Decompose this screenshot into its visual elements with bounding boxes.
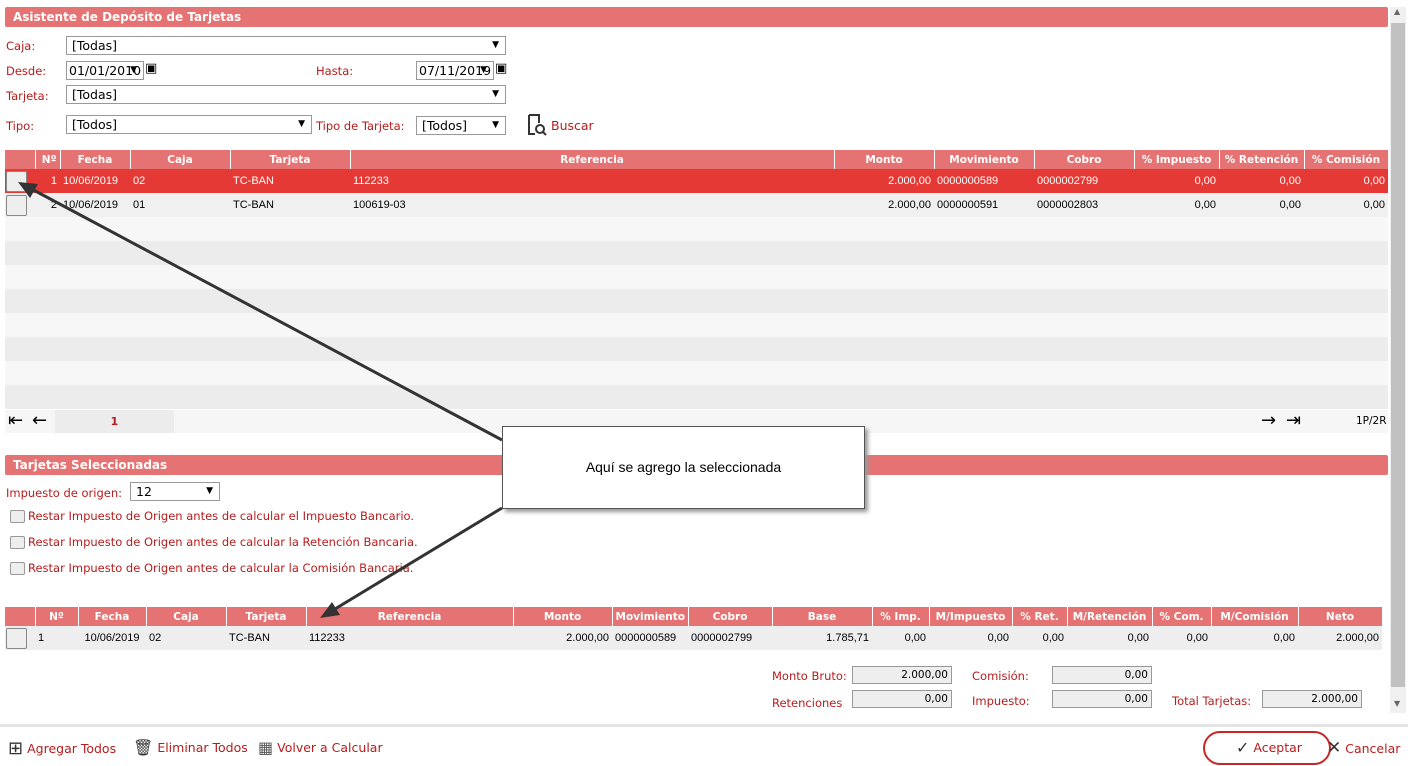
annotation-arrows [18,182,503,618]
annotation-callout: Aquí se agrego la seleccionada [502,426,865,509]
